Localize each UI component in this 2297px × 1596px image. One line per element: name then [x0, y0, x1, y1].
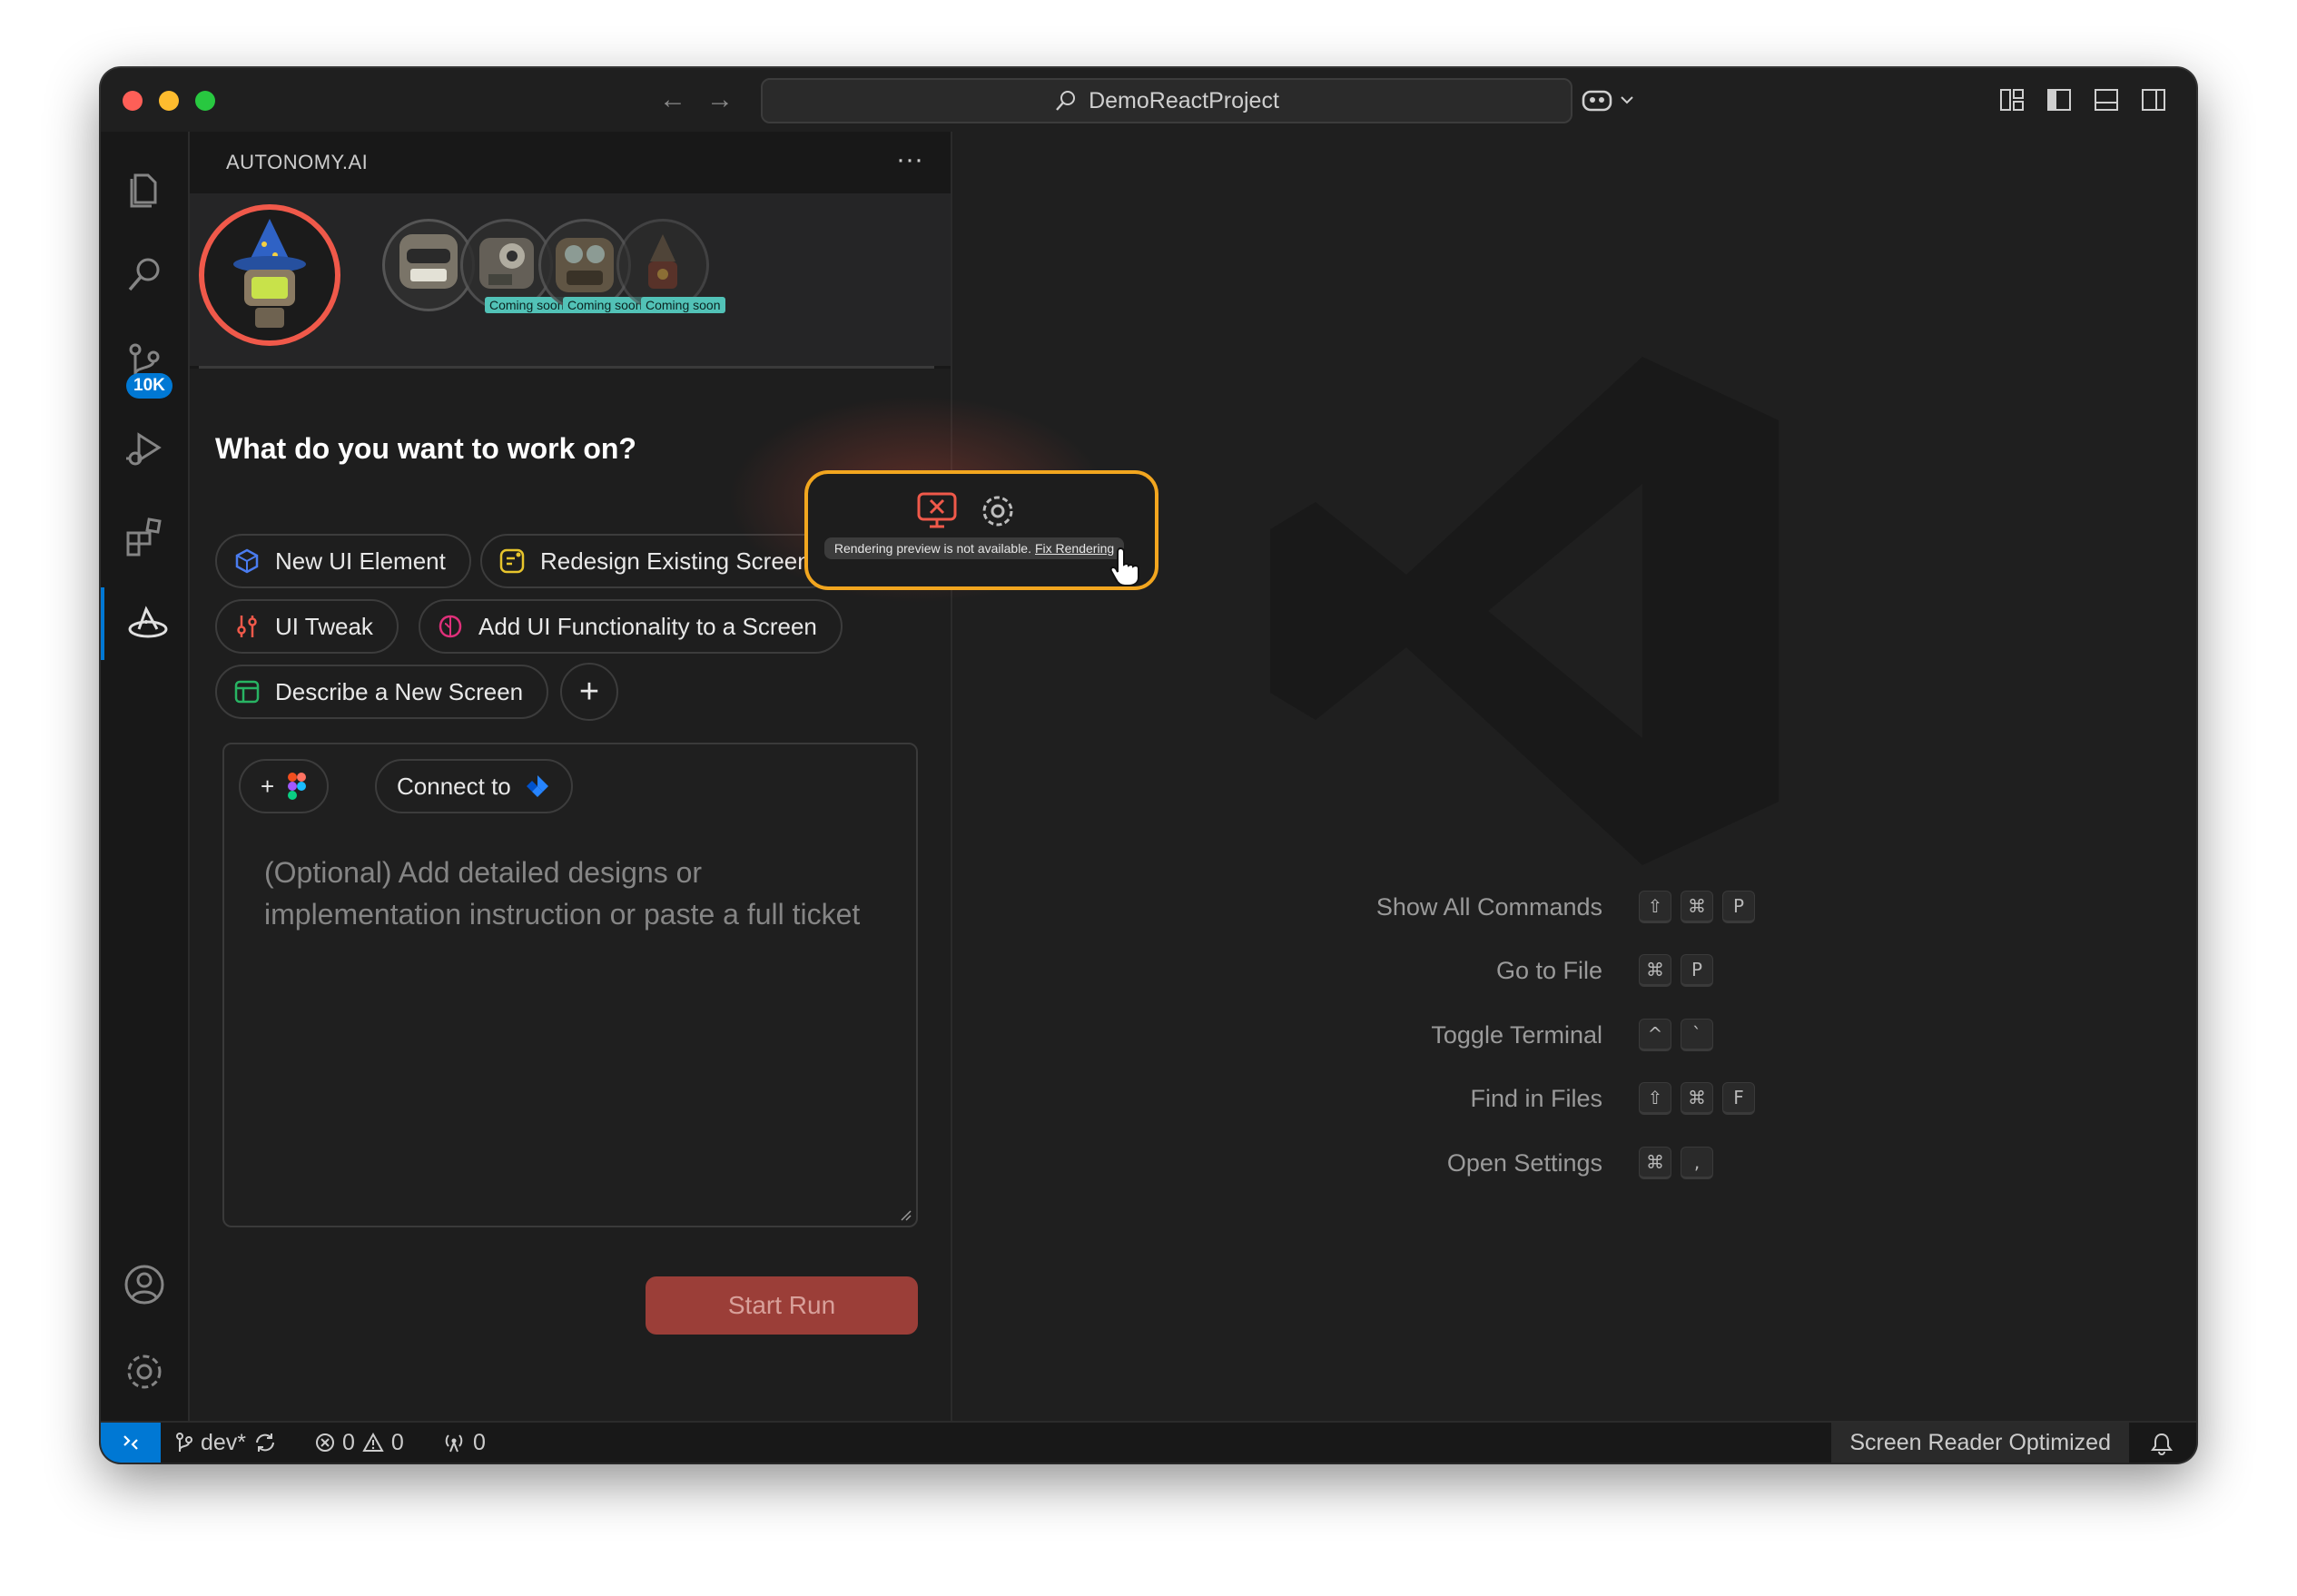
redesign-icon: [499, 548, 525, 574]
branch-icon: [176, 1433, 192, 1452]
window-title: DemoReactProject: [1089, 87, 1279, 113]
editor-area: [952, 132, 2196, 1423]
agent-wizard-avatar[interactable]: [199, 204, 340, 346]
forward-arrow-icon[interactable]: →: [705, 84, 735, 115]
account-icon: [124, 1265, 164, 1305]
chip-ui-tweak[interactable]: UI Tweak: [215, 599, 399, 654]
screen-reader-indicator[interactable]: Screen Reader Optimized: [1831, 1423, 2129, 1463]
agent-selector: Coming soon Coming soon Coming soon: [190, 193, 951, 366]
autonomy-panel: AUTONOMY.AI ··· Coming soon Coming soon …: [190, 132, 952, 1423]
activity-bar: 10K: [101, 132, 190, 1423]
connect-to-label: Connect to: [397, 772, 511, 800]
title-bar: ← → DemoReactProject: [101, 68, 2196, 133]
run-debug-icon: [126, 432, 162, 466]
explorer-button[interactable]: [101, 152, 188, 224]
toggle-primary-sidebar-icon[interactable]: [2046, 86, 2073, 113]
autonomy-ai-button[interactable]: [101, 587, 192, 660]
toggle-secondary-sidebar-icon[interactable]: [2140, 86, 2167, 113]
fix-rendering-link[interactable]: Fix Rendering: [1035, 541, 1114, 556]
extensions-button[interactable]: [101, 500, 188, 573]
screen-reader-label: Screen Reader Optimized: [1849, 1429, 2111, 1455]
gear-icon: [127, 1355, 162, 1389]
autonomy-hat-icon: [128, 606, 168, 638]
chevron-down-icon[interactable]: [1619, 86, 1635, 113]
cube-icon: [235, 548, 259, 574]
run-debug-button[interactable]: [101, 413, 188, 486]
branch-name: dev*: [201, 1429, 247, 1455]
preview-unavailable-icon[interactable]: [917, 492, 957, 528]
bell-icon[interactable]: [2151, 1432, 2173, 1455]
composer-placeholder[interactable]: (Optional) Add detailed designs or imple…: [264, 852, 900, 935]
panel-header: AUTONOMY.AI: [190, 132, 951, 193]
robot-icon: [648, 234, 677, 289]
ports-indicator[interactable]: 0: [442, 1423, 486, 1463]
source-control-button[interactable]: 10K: [101, 326, 188, 399]
search-icon: [1056, 91, 1076, 111]
files-icon: [130, 173, 157, 208]
error-icon: [316, 1433, 334, 1452]
start-run-button[interactable]: Start Run: [646, 1276, 918, 1335]
error-count: 0: [342, 1429, 355, 1455]
brain-icon: [439, 615, 462, 638]
manage-button[interactable]: [101, 1335, 188, 1408]
rendering-tooltip: Rendering preview is not available. Fix …: [824, 537, 1124, 559]
plus-icon: +: [261, 772, 275, 800]
minimize-window-button[interactable]: [159, 91, 179, 111]
connect-to-button[interactable]: Connect to: [375, 759, 573, 813]
figma-icon: [288, 773, 307, 800]
coming-soon-badge: Coming soon: [641, 297, 725, 313]
command-center[interactable]: DemoReactProject: [761, 78, 1572, 123]
robot-icon: [556, 238, 614, 292]
chip-label: Add UI Functionality to a Screen: [478, 612, 817, 640]
extensions-icon: [126, 517, 162, 557]
shortcut-show-all-commands[interactable]: [952, 1045, 2196, 1085]
add-figma-button[interactable]: +: [239, 759, 330, 813]
task-composer[interactable]: + Connect to (Optional) Add detailed des…: [222, 743, 918, 1227]
chip-label: New UI Element: [275, 547, 446, 575]
status-bar: dev* 0 0 0 Screen Reader Optimized: [101, 1421, 2196, 1463]
robot-icon: [399, 234, 458, 289]
sync-icon[interactable]: [253, 1432, 277, 1453]
chip-label: UI Tweak: [275, 612, 373, 640]
chip-label: Describe a New Screen: [275, 677, 524, 705]
chip-describe-new-screen[interactable]: Describe a New Screen: [215, 665, 549, 719]
sliders-icon: [237, 616, 257, 637]
vscode-logo-icon: [1270, 357, 1779, 865]
close-window-button[interactable]: [123, 91, 143, 111]
customize-layout-icon[interactable]: [1998, 86, 2026, 113]
gear-icon[interactable]: [979, 492, 1017, 530]
remote-icon: [123, 1435, 138, 1450]
branch-indicator[interactable]: dev*: [175, 1423, 277, 1463]
rendering-message: Rendering preview is not available.: [833, 541, 1031, 556]
vscode-window: ← → DemoReactProject 10K AUTONOMY.AI ···…: [101, 68, 2196, 1463]
warning-count: 0: [390, 1429, 404, 1455]
resize-handle-icon[interactable]: [900, 1209, 912, 1222]
source-control-badge: 10K: [126, 373, 173, 399]
back-arrow-icon[interactable]: ←: [657, 84, 688, 115]
hand-cursor-icon: [1109, 547, 1139, 586]
chip-new-ui-element[interactable]: New UI Element: [215, 534, 471, 588]
remote-indicator[interactable]: [101, 1423, 161, 1463]
broadcast-icon: [445, 1434, 463, 1453]
more-actions-button[interactable]: ···: [896, 144, 923, 175]
search-icon: [128, 258, 160, 291]
warning-icon: [362, 1433, 384, 1452]
add-chip-button[interactable]: +: [560, 663, 618, 721]
wizard-icon: [233, 219, 306, 328]
accounts-button[interactable]: [101, 1248, 188, 1321]
toggle-panel-icon[interactable]: [2093, 86, 2120, 113]
ports-count: 0: [473, 1429, 486, 1455]
layout-icon: [234, 680, 260, 704]
copilot-icon[interactable]: [1581, 86, 1613, 113]
maximize-window-button[interactable]: [195, 91, 215, 111]
panel-title: AUTONOMY.AI: [226, 151, 369, 173]
search-button[interactable]: [101, 239, 188, 311]
robot-icon: [479, 238, 534, 289]
jira-icon: [526, 775, 548, 797]
rendering-preview-popup: Rendering preview is not available. Fix …: [804, 470, 1158, 590]
chip-add-ui-functionality[interactable]: Add UI Functionality to a Screen: [419, 599, 843, 654]
task-question: What do you want to work on?: [215, 432, 636, 465]
problems-indicator[interactable]: 0 0: [315, 1423, 404, 1463]
